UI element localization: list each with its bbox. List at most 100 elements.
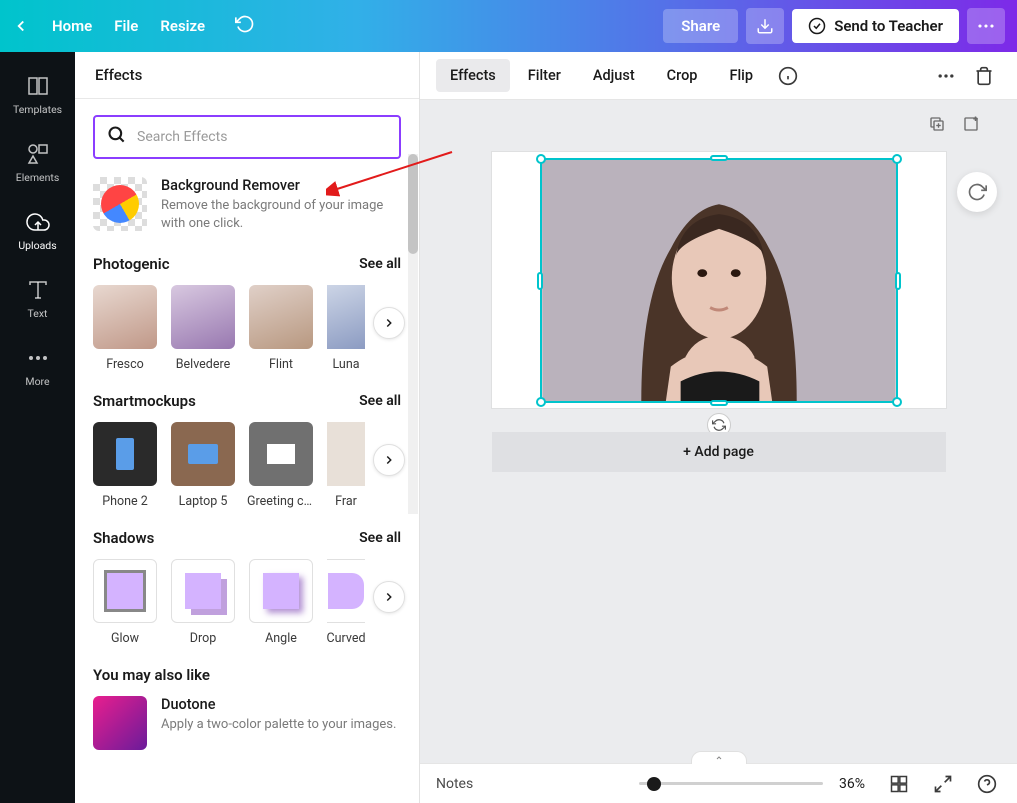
left-nav: Templates Elements Uploads Text More [0, 52, 75, 803]
add-page-bar[interactable]: + Add page [492, 432, 946, 472]
carousel-next-button[interactable] [373, 581, 405, 613]
resize-handle[interactable] [892, 154, 902, 164]
text-icon [26, 278, 50, 302]
feature-desc: Apply a two-color palette to your images… [161, 716, 396, 734]
section-title: Smartmockups [93, 392, 196, 410]
see-all-link[interactable]: See all [359, 393, 401, 409]
filter-belvedere[interactable]: Belvedere [171, 285, 235, 372]
send-label: Send to Teacher [834, 17, 943, 35]
zoom-label[interactable]: 36% [839, 776, 865, 792]
feature-desc: Remove the background of your image with… [161, 197, 401, 233]
undo-button[interactable] [235, 14, 255, 38]
mockup-frame[interactable]: Frar [327, 422, 365, 509]
notes-button[interactable]: Notes [436, 776, 473, 792]
panel-content: Background Remover Remove the background… [75, 99, 419, 803]
photogenic-header: Photogenic See all [93, 255, 401, 273]
resize-handle[interactable] [892, 397, 902, 407]
effects-panel: Effects Background Remover Remove the ba… [75, 52, 420, 803]
ymal-header: You may also like [93, 666, 401, 684]
share-button[interactable]: Share [663, 9, 738, 43]
filter-fresco[interactable]: Fresco [93, 285, 157, 372]
home-link[interactable]: Home [52, 17, 92, 35]
resize-handle[interactable] [536, 154, 546, 164]
templates-icon [26, 74, 50, 98]
collapse-handle[interactable] [691, 751, 747, 764]
more-icon [26, 346, 50, 370]
photogenic-row: Fresco Belvedere Flint Luna [93, 285, 401, 372]
resize-menu[interactable]: Resize [160, 17, 205, 35]
shadows-row: Glow Drop Angle Curved [93, 559, 401, 646]
tab-flip[interactable]: Flip [715, 59, 767, 92]
filter-luna[interactable]: Luna [327, 285, 365, 372]
nav-label: Elements [16, 171, 60, 184]
resize-handle[interactable] [710, 400, 728, 406]
nav-label: Text [28, 307, 48, 320]
shadow-glow[interactable]: Glow [93, 559, 157, 646]
resize-handle[interactable] [537, 272, 543, 290]
panel-title: Effects [75, 52, 419, 99]
shadows-header: Shadows See all [93, 529, 401, 547]
nav-label: More [25, 375, 49, 388]
mockup-phone[interactable]: Phone 2 [93, 422, 157, 509]
reset-button[interactable] [957, 172, 997, 212]
grid-view-button[interactable] [885, 770, 913, 798]
section-title: You may also like [93, 666, 210, 684]
fullscreen-button[interactable] [929, 770, 957, 798]
page-actions [925, 112, 983, 136]
elements-icon [26, 142, 50, 166]
file-menu[interactable]: File [114, 17, 138, 35]
bg-remover-icon [93, 177, 147, 231]
toolbar-more-button[interactable] [929, 59, 963, 93]
see-all-link[interactable]: See all [359, 256, 401, 272]
help-button[interactable] [973, 770, 1001, 798]
nav-elements[interactable]: Elements [0, 130, 75, 196]
mockup-card[interactable]: Greeting car... [249, 422, 313, 509]
search-icon [107, 125, 127, 149]
nav-templates[interactable]: Templates [0, 62, 75, 128]
see-all-link[interactable]: See all [359, 530, 401, 546]
info-button[interactable] [771, 59, 805, 93]
carousel-next-button[interactable] [373, 307, 405, 339]
shadow-curved[interactable]: Curved [327, 559, 365, 646]
back-button[interactable] [12, 17, 30, 35]
bottom-bar: Notes 36% [420, 763, 1017, 803]
resize-handle[interactable] [710, 155, 728, 161]
main-area: Templates Elements Uploads Text More Eff… [0, 52, 1017, 803]
design-page[interactable] [492, 152, 946, 408]
portrait-image [542, 160, 896, 401]
tab-filter[interactable]: Filter [514, 59, 575, 92]
tab-crop[interactable]: Crop [653, 59, 712, 92]
canvas-viewport[interactable]: + Add page [420, 100, 1017, 763]
duplicate-page-button[interactable] [925, 112, 949, 136]
search-box[interactable] [93, 115, 401, 159]
mockup-laptop[interactable]: Laptop 5 [171, 422, 235, 509]
selected-image[interactable] [540, 158, 898, 403]
nav-text[interactable]: Text [0, 266, 75, 332]
duotone-item[interactable]: Duotone Apply a two-color palette to you… [93, 696, 401, 750]
resize-handle[interactable] [536, 397, 546, 407]
add-page-label: + Add page [683, 444, 754, 460]
panel-scrollbar[interactable] [408, 154, 418, 514]
nav-label: Uploads [18, 239, 56, 252]
nav-uploads[interactable]: Uploads [0, 198, 75, 264]
more-menu-button[interactable]: ··· [967, 8, 1005, 44]
filter-flint[interactable]: Flint [249, 285, 313, 372]
download-button[interactable] [746, 8, 784, 44]
carousel-next-button[interactable] [373, 444, 405, 476]
resize-handle[interactable] [895, 272, 901, 290]
shadow-drop[interactable]: Drop [171, 559, 235, 646]
zoom-slider[interactable] [639, 782, 823, 785]
search-input[interactable] [137, 129, 387, 145]
shadow-angle[interactable]: Angle [249, 559, 313, 646]
nav-more[interactable]: More [0, 334, 75, 400]
tab-adjust[interactable]: Adjust [579, 59, 649, 92]
delete-button[interactable] [967, 59, 1001, 93]
add-page-button[interactable] [959, 112, 983, 136]
topbar-left: Home File Resize [12, 14, 255, 38]
background-remover-item[interactable]: Background Remover Remove the background… [93, 177, 401, 233]
send-to-teacher-button[interactable]: Send to Teacher [792, 9, 959, 43]
tab-effects[interactable]: Effects [436, 59, 510, 92]
feature-title: Background Remover [161, 177, 401, 194]
smartmockups-header: Smartmockups See all [93, 392, 401, 410]
section-title: Shadows [93, 529, 154, 547]
